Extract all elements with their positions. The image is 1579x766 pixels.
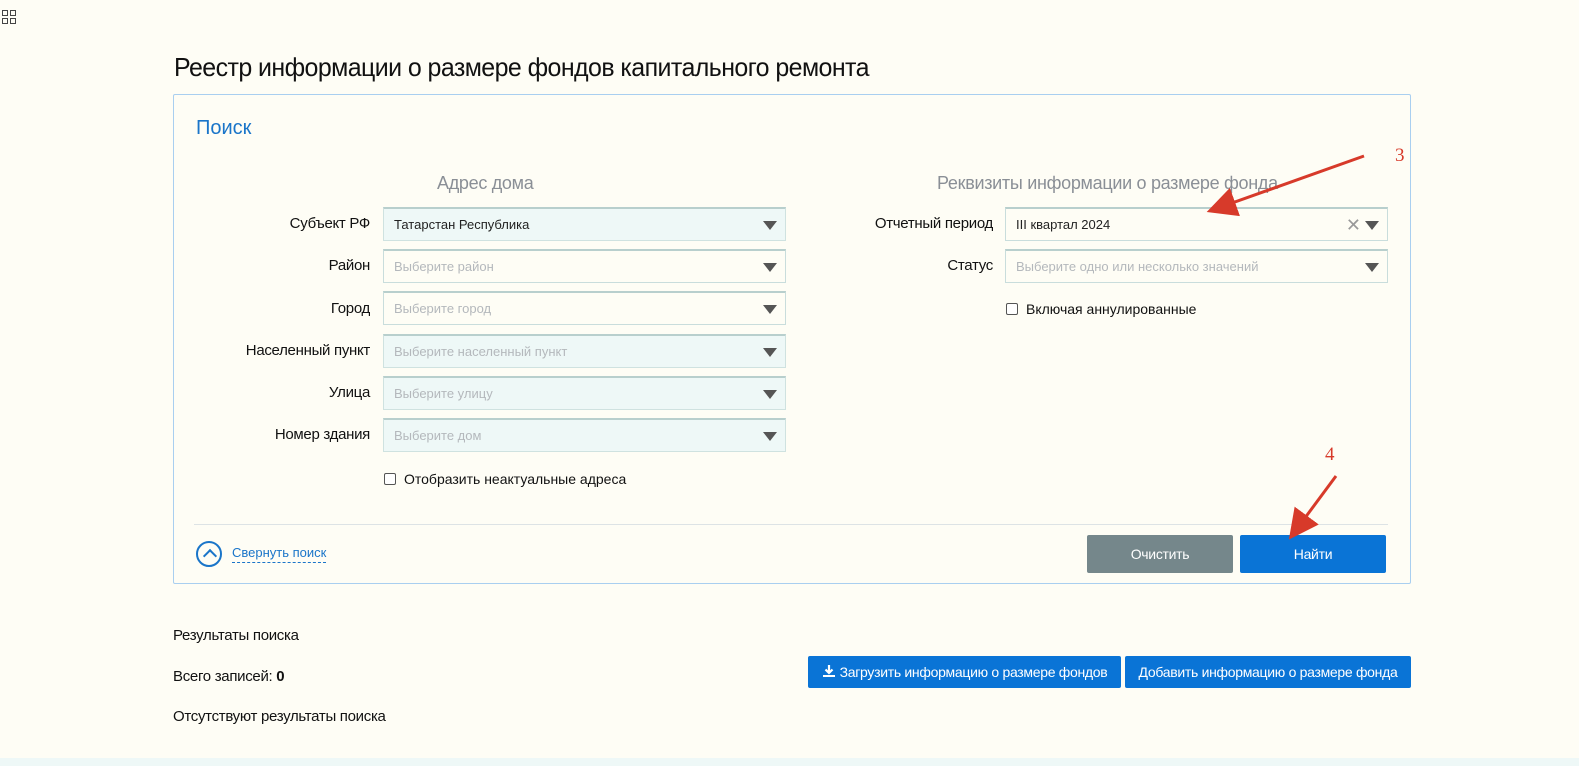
status-label: Статус	[947, 257, 993, 274]
city-select[interactable]: Выберите город	[383, 291, 786, 325]
upload-info-label: Загрузить информацию о размере фондов	[839, 664, 1108, 680]
collapse-search-label: Свернуть поиск	[232, 545, 327, 563]
district-placeholder: Выберите район	[394, 259, 494, 274]
chevron-up-circle-icon	[196, 541, 222, 567]
chevron-down-icon	[763, 432, 777, 441]
chevron-down-icon	[763, 263, 777, 272]
building-select[interactable]: Выберите дом	[383, 418, 786, 452]
annotation-number-4: 4	[1325, 444, 1335, 465]
divider	[194, 524, 1388, 525]
building-label: Номер здания	[274, 426, 370, 443]
chevron-down-icon	[763, 390, 777, 399]
results-total: Всего записей: 0	[173, 668, 285, 685]
period-label: Отчетный период	[874, 215, 993, 232]
include-annulled-label: Включая аннулированные	[1026, 301, 1197, 317]
download-icon	[822, 657, 836, 689]
include-annulled-checkbox[interactable]: Включая аннулированные	[1006, 301, 1196, 317]
chevron-down-icon	[1365, 221, 1379, 230]
chevron-down-icon	[763, 221, 777, 230]
details-group-title: Реквизиты информации о размере фонда	[937, 173, 1278, 193]
annotation-number-3: 3	[1395, 145, 1405, 166]
show-obsolete-checkbox[interactable]: Отобразить неактуальные адреса	[384, 471, 626, 487]
status-select[interactable]: Выберите одно или несколько значений	[1005, 249, 1388, 283]
subject-label: Субъект РФ	[289, 215, 371, 232]
subject-select[interactable]: Татарстан Республика	[383, 207, 786, 241]
city-label: Город	[330, 300, 370, 317]
collapse-search-link[interactable]: Свернуть поиск	[196, 541, 327, 567]
clear-x-icon[interactable]: ✕	[1346, 216, 1361, 234]
city-placeholder: Выберите город	[394, 301, 492, 316]
search-panel: Поиск Адрес дома Реквизиты информации о …	[173, 94, 1411, 584]
upload-info-button[interactable]: Загрузить информацию о размере фондов	[808, 656, 1121, 688]
checkbox-box[interactable]	[384, 473, 396, 485]
status-placeholder: Выберите одно или несколько значений	[1016, 259, 1259, 274]
settlement-label: Населенный пункт	[245, 342, 371, 359]
chevron-down-icon	[763, 348, 777, 357]
district-select[interactable]: Выберите район	[383, 249, 786, 283]
clear-button[interactable]: Очистить	[1087, 535, 1233, 573]
bottom-strip	[0, 758, 1579, 766]
results-empty-message: Отсутствуют результаты поиска	[173, 708, 386, 725]
street-select[interactable]: Выберите улицу	[383, 376, 786, 410]
total-label: Всего записей:	[173, 668, 273, 685]
checkbox-box[interactable]	[1006, 303, 1018, 315]
settlement-placeholder: Выберите населенный пункт	[394, 344, 568, 359]
district-label: Район	[328, 257, 371, 274]
find-button[interactable]: Найти	[1240, 535, 1386, 573]
search-title: Поиск	[196, 117, 252, 139]
period-select[interactable]: III квартал 2024 ✕	[1005, 207, 1388, 241]
period-value: III квартал 2024	[1016, 217, 1111, 232]
show-obsolete-label: Отобразить неактуальные адреса	[404, 471, 627, 487]
subject-value: Татарстан Республика	[394, 217, 530, 232]
apps-grid-icon[interactable]	[2, 10, 16, 24]
results-heading: Результаты поиска	[173, 627, 299, 644]
page-title: Реестр информации о размере фондов капит…	[174, 52, 870, 82]
total-value: 0	[276, 668, 285, 685]
add-info-button[interactable]: Добавить информацию о размере фонда	[1125, 656, 1411, 688]
address-group-title: Адрес дома	[437, 173, 534, 193]
street-label: Улица	[328, 384, 370, 401]
street-placeholder: Выберите улицу	[394, 386, 493, 401]
building-placeholder: Выберите дом	[394, 428, 482, 443]
settlement-select[interactable]: Выберите населенный пункт	[383, 334, 786, 368]
chevron-down-icon	[1365, 263, 1379, 272]
chevron-down-icon	[763, 305, 777, 314]
